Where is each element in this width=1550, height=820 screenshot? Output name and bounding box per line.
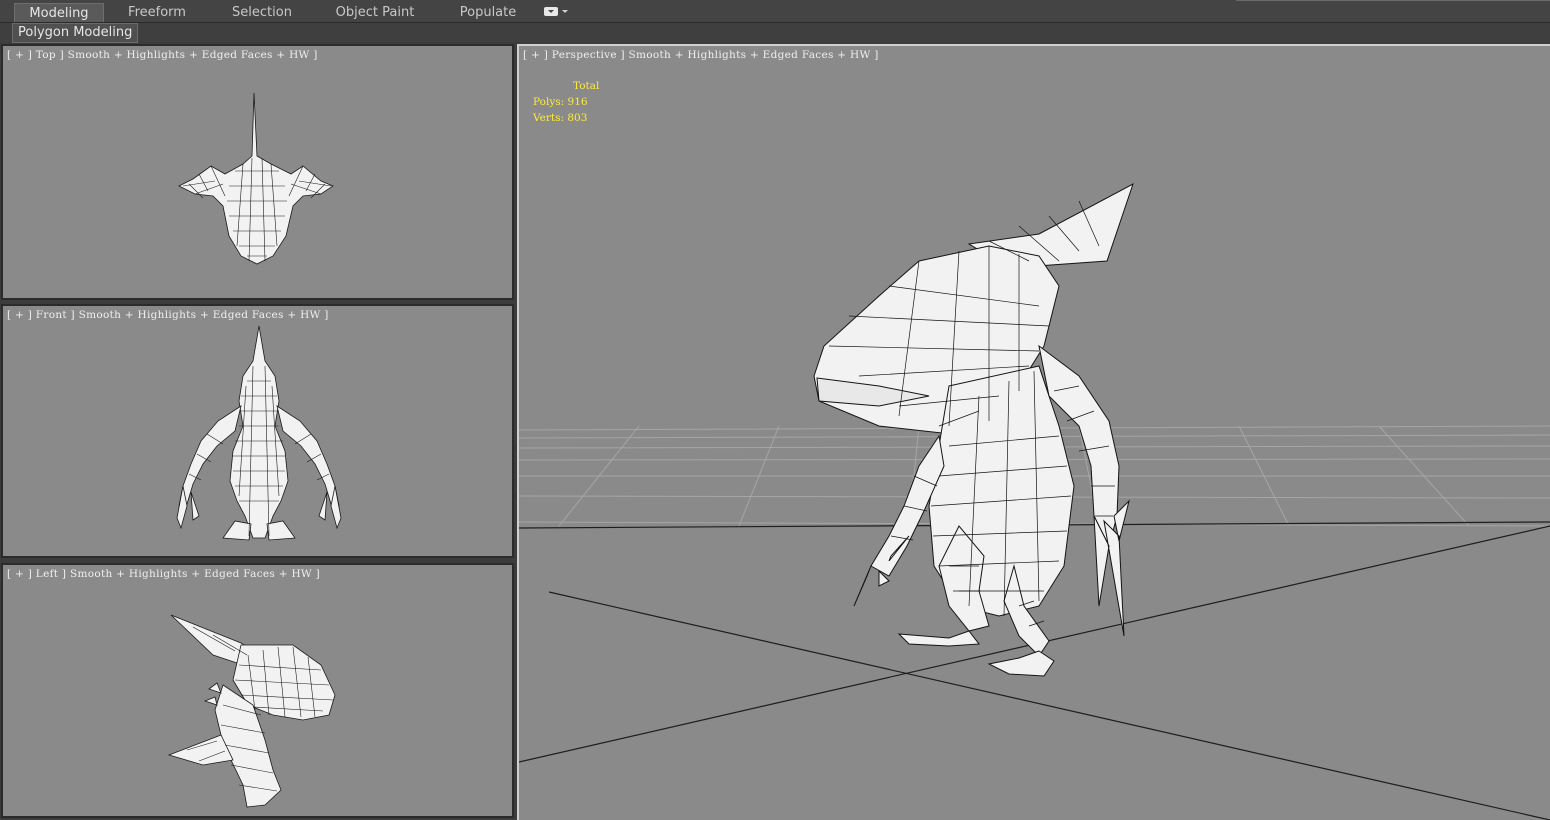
front-view-model [176,325,342,541]
tab-object-paint[interactable]: Object Paint [330,3,420,22]
ribbon-options-dropdown[interactable] [540,6,570,18]
viewport-front-label[interactable]: [ + ] Front ] Smooth + Highlights + Edge… [7,309,329,321]
viewport-top[interactable]: [ + ] Top ] Smooth + Highlights + Edged … [1,44,514,300]
ribbon-toggle-icon [544,7,558,16]
viewport-left-label[interactable]: [ + ] Left ] Smooth + Highlights + Edged… [7,568,320,580]
scene-statistics: Total Polys: 916 Verts: 803 [533,78,599,126]
tab-populate[interactable]: Populate [444,3,532,22]
ribbon-divider [1236,0,1550,1]
ribbon-tab-bar: Modeling Freeform Selection Object Paint… [0,0,1550,23]
tab-freeform[interactable]: Freeform [112,3,202,22]
viewport-perspective[interactable]: [ + ] Perspective ] Smooth + Highlights … [517,44,1550,820]
left-view-model [167,614,336,808]
viewport-top-label[interactable]: [ + ] Top ] Smooth + Highlights + Edged … [7,49,318,61]
tab-modeling[interactable]: Modeling [14,3,104,22]
polygon-modeling-panel-button[interactable]: Polygon Modeling [12,23,139,43]
viewport-left[interactable]: [ + ] Left ] Smooth + Highlights + Edged… [1,563,514,818]
ribbon-panel-bar: Polygon Modeling [0,23,1550,43]
stats-total-header: Total [573,80,600,92]
creature-mesh [813,182,1134,677]
perspective-view [519,182,1550,820]
top-view-model [178,92,334,265]
viewport-front[interactable]: [ + ] Front ] Smooth + Highlights + Edge… [1,304,514,558]
viewport-perspective-label[interactable]: [ + ] Perspective ] Smooth + Highlights … [523,49,879,61]
stats-polys: Polys: 916 [533,96,588,108]
tab-selection[interactable]: Selection [216,3,308,22]
chevron-down-icon [562,10,568,13]
stats-verts: Verts: 803 [533,112,588,124]
